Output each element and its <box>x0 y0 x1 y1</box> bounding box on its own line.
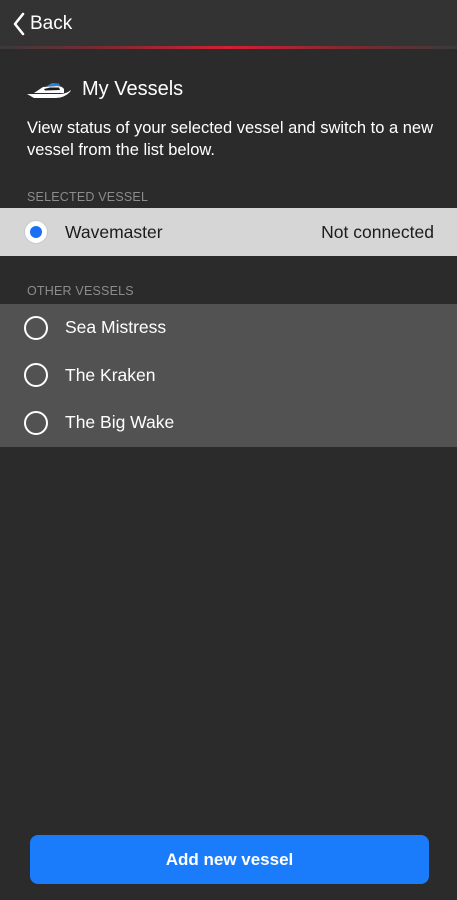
connection-status: Not connected <box>321 221 434 242</box>
radio-selected-icon[interactable] <box>24 220 48 244</box>
vessel-list-item[interactable]: The Big Wake <box>0 399 457 447</box>
vessel-list-item[interactable]: The Kraken <box>0 352 457 400</box>
vessel-name: The Kraken <box>65 364 156 385</box>
vessel-list-item[interactable]: Sea Mistress <box>0 304 457 352</box>
radio-unselected-icon[interactable] <box>24 363 48 388</box>
add-new-vessel-button[interactable]: Add new vessel <box>30 835 429 884</box>
accent-divider <box>0 46 457 49</box>
radio-unselected-icon[interactable] <box>24 315 48 340</box>
page-description: View status of your selected vessel and … <box>27 119 433 159</box>
selected-vessel-section-label: SELECTED VESSEL <box>27 190 149 204</box>
vessel-name: Sea Mistress <box>65 317 167 338</box>
selected-vessel-row[interactable]: Wavemaster Not connected <box>0 208 457 256</box>
back-button[interactable]: Back <box>12 10 72 38</box>
top-navigation-bar: Back <box>0 0 457 49</box>
boat-icon <box>27 83 71 98</box>
other-vessels-section-label: OTHER VESSELS <box>27 284 134 298</box>
back-label: Back <box>30 13 73 34</box>
vessel-name: The Big Wake <box>65 412 175 433</box>
page-header: My Vessels <box>26 74 183 104</box>
radio-unselected-icon[interactable] <box>24 410 48 435</box>
chevron-left-icon <box>13 12 25 36</box>
page-title: My Vessels <box>82 77 184 100</box>
vessel-name: Wavemaster <box>65 221 163 242</box>
other-vessels-list: Sea Mistress The Kraken The Big Wake <box>0 304 457 447</box>
